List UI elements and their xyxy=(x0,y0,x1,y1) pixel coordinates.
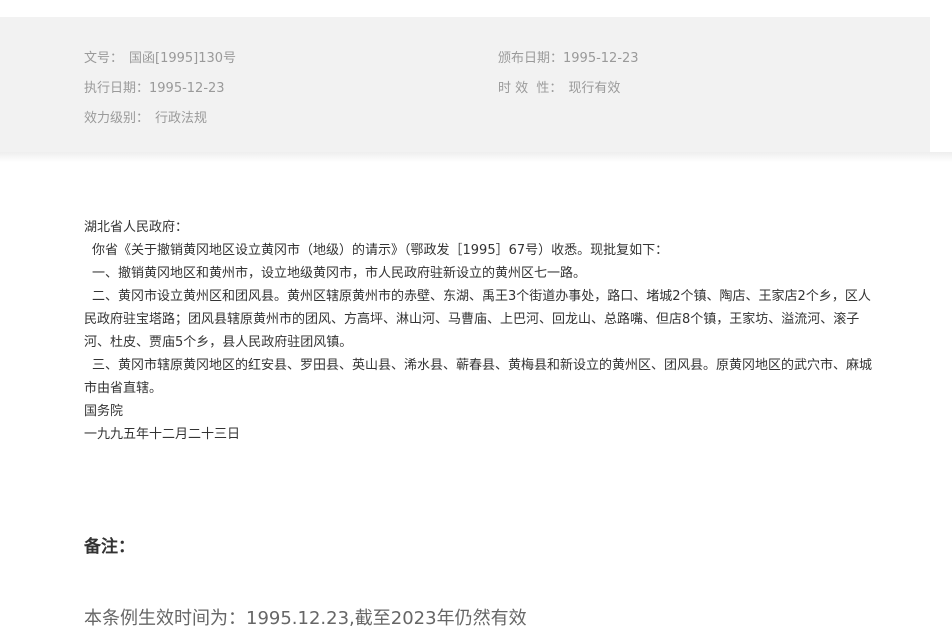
paragraph-4: 三、黄冈市辖原黄冈地区的红安县、罗田县、英山县、浠水县、蕲春县、黄梅县和新设立的… xyxy=(84,358,873,396)
paragraph-1: 你省《关于撤销黄冈地区设立黄冈市（地级）的请示》（鄂政发［1995］67号）收悉… xyxy=(92,243,669,258)
legal-level: 效力级别： 行政法规 xyxy=(84,107,207,126)
validity: 时 效 性： 现行有效 xyxy=(498,77,620,96)
effective-date-value: 1995-12-23 xyxy=(149,81,225,96)
paragraph-2: 一、撤销黄冈地区和黄州市，设立地级黄冈市，市人民政府驻新设立的黄州区七一路。 xyxy=(92,266,587,281)
doc-number-label: 文号： xyxy=(84,51,124,66)
publish-date-label: 颁布日期： xyxy=(498,51,564,66)
document-date: 一九九五年十二月二十三日 xyxy=(84,427,241,442)
validity-value: 现行有效 xyxy=(568,81,621,96)
metadata-panel: 文号： 国函[1995]130号 颁布日期：1995-12-23 执行日期：199… xyxy=(0,17,930,152)
note-title: 备注： xyxy=(84,537,135,557)
validity-label: 时 效 性： xyxy=(498,81,563,96)
signer: 国务院 xyxy=(84,404,124,419)
effective-date: 执行日期：1995-12-23 xyxy=(84,77,225,96)
publish-date-value: 1995-12-23 xyxy=(563,51,639,66)
note-text: 本条例生效时间为：1995.12.23,截至2023年仍然有效 xyxy=(84,608,527,629)
effective-date-label: 执行日期： xyxy=(84,81,150,96)
document-body: 湖北省人民政府： 你省《关于撤销黄冈地区设立黄冈市（地级）的请示》（鄂政发［19… xyxy=(84,216,874,446)
paragraph-3: 二、黄冈市设立黄州区和团风县。黄州区辖原黄州市的赤壁、东湖、禹王3个街道办事处，… xyxy=(84,289,871,350)
panel-shadow xyxy=(0,152,952,162)
doc-number-value: 国函[1995]130号 xyxy=(129,51,237,66)
doc-number: 文号： 国函[1995]130号 xyxy=(84,47,236,66)
addressee: 湖北省人民政府： xyxy=(84,220,189,235)
publish-date: 颁布日期：1995-12-23 xyxy=(498,47,639,66)
legal-level-label: 效力级别： xyxy=(84,111,150,126)
legal-level-value: 行政法规 xyxy=(155,111,208,126)
top-strip xyxy=(0,0,952,17)
